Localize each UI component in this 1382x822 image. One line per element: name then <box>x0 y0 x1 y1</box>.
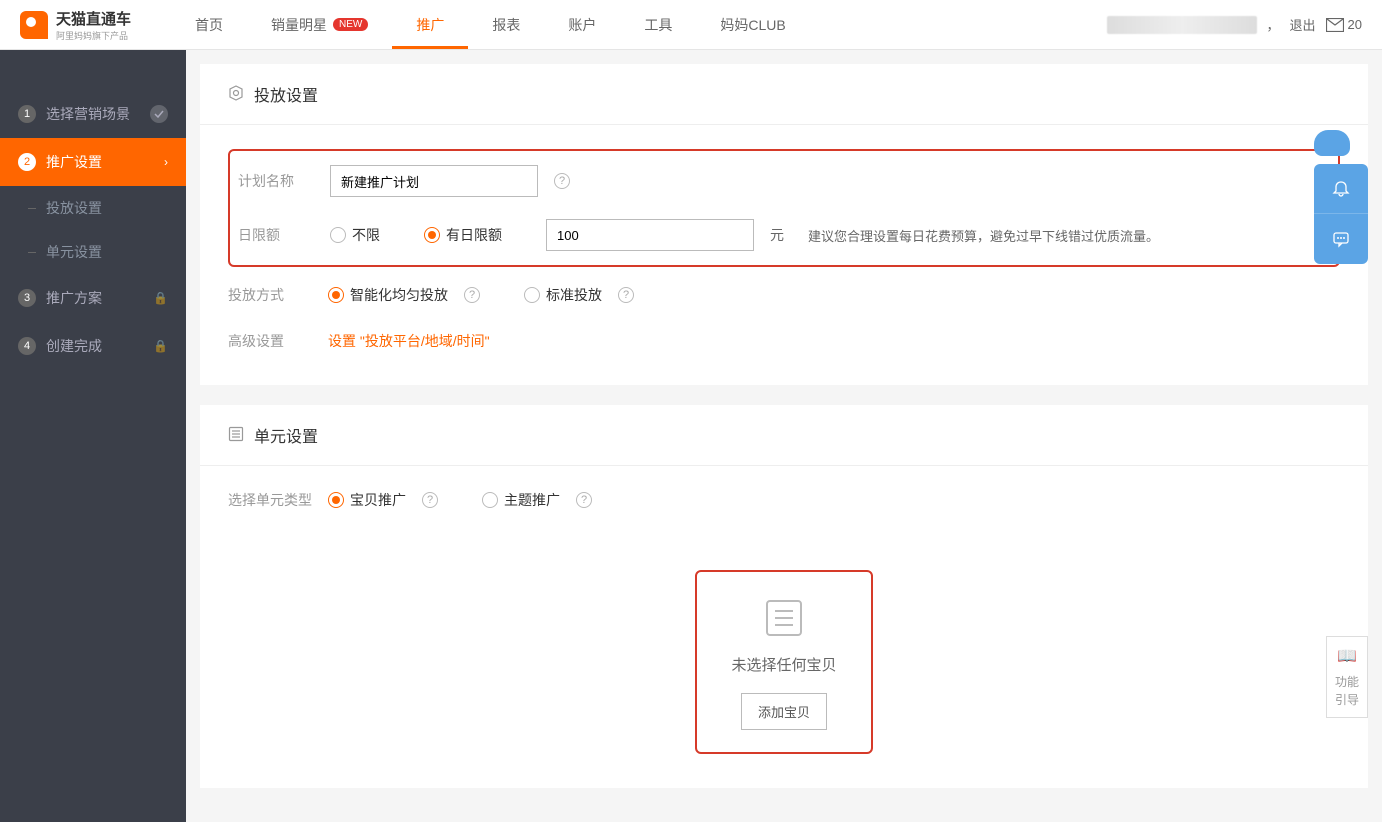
help-icon[interactable]: ? <box>554 173 570 189</box>
main-content: 投放设置 计划名称 ? 日限额 不限 有日限额 <box>186 50 1382 822</box>
logo-subtitle: 阿里妈妈旗下产品 <box>56 29 131 42</box>
comma: ， <box>1267 15 1280 34</box>
new-badge: NEW <box>333 18 368 31</box>
plan-name-label: 计划名称 <box>238 171 330 191</box>
help-icon[interactable]: ? <box>618 287 634 303</box>
unlimited-radio[interactable]: 不限 <box>330 225 380 245</box>
help-icon[interactable]: ? <box>576 492 592 508</box>
chat-button[interactable] <box>1314 214 1368 264</box>
delivery-mode-label: 投放方式 <box>228 285 328 305</box>
check-icon <box>150 105 168 123</box>
panel-title: 投放设置 <box>254 82 318 106</box>
nav-sales-star[interactable]: 销量明星NEW <box>247 0 392 49</box>
step-label: 选择营销场景 <box>46 104 150 124</box>
unit-type-label: 选择单元类型 <box>228 490 328 510</box>
lock-icon: 🔒 <box>153 339 168 353</box>
mail-count: 20 <box>1348 17 1362 32</box>
feature-guide[interactable]: 📖 功能引导 <box>1326 636 1368 718</box>
has-limit-radio[interactable]: 有日限额 <box>424 225 502 245</box>
product-promo-radio[interactable]: 宝贝推广 <box>328 490 406 510</box>
username-blurred <box>1107 16 1257 34</box>
panel-header: 投放设置 <box>200 64 1368 125</box>
add-product-button[interactable]: 添加宝贝 <box>741 693 827 730</box>
step-num: 2 <box>18 153 36 171</box>
step-3[interactable]: 3 推广方案 🔒 <box>0 274 186 322</box>
float-assistant <box>1314 130 1368 264</box>
limit-amount-input[interactable] <box>546 219 754 251</box>
mascot-icon <box>1314 130 1358 160</box>
nav-promotion[interactable]: 推广 <box>392 0 468 49</box>
empty-list-icon <box>766 600 802 636</box>
sub-unit-settings[interactable]: 单元设置 <box>0 230 186 274</box>
step-label: 推广方案 <box>46 288 153 308</box>
advanced-settings-label: 高级设置 <box>228 331 328 351</box>
step-2[interactable]: 2 推广设置 › <box>0 138 186 186</box>
help-icon[interactable]: ? <box>422 492 438 508</box>
help-icon[interactable]: ? <box>464 287 480 303</box>
step-num: 3 <box>18 289 36 307</box>
limit-hint: 建议您合理设置每日花费预算，避免过早下线错过优质流量。 <box>808 226 1159 245</box>
panel-title: 单元设置 <box>254 423 318 447</box>
nav-reports[interactable]: 报表 <box>468 0 544 49</box>
sidebar: 1 选择营销场景 2 推广设置 › 投放设置 单元设置 3 推广方案 🔒 4 创… <box>0 50 186 822</box>
list-icon <box>228 426 244 445</box>
panel-header: 单元设置 <box>200 405 1368 466</box>
plan-name-input[interactable] <box>330 165 538 197</box>
top-header: 天猫直通车 阿里妈妈旗下产品 首页 销量明星NEW 推广 报表 账户 工具 妈妈… <box>0 0 1382 50</box>
step-num: 1 <box>18 105 36 123</box>
step-label: 创建完成 <box>46 336 153 356</box>
notification-button[interactable] <box>1314 164 1368 214</box>
theme-promo-radio[interactable]: 主题推广 <box>482 490 560 510</box>
logo-title: 天猫直通车 <box>56 8 131 29</box>
daily-limit-label: 日限额 <box>238 225 330 245</box>
highlighted-settings: 计划名称 ? 日限额 不限 有日限额 元 建议您合理设 <box>228 149 1340 267</box>
guide-label: 功能引导 <box>1333 673 1361 709</box>
nav-home[interactable]: 首页 <box>171 0 247 49</box>
lock-icon: 🔒 <box>153 291 168 305</box>
main-nav: 首页 销量明星NEW 推广 报表 账户 工具 妈妈CLUB <box>171 0 810 49</box>
smart-mode-radio[interactable]: 智能化均匀投放 <box>328 285 448 305</box>
step-1[interactable]: 1 选择营销场景 <box>0 90 186 138</box>
book-icon: 📖 <box>1333 645 1361 669</box>
delivery-settings-panel: 投放设置 计划名称 ? 日限额 不限 有日限额 <box>200 64 1368 385</box>
logo[interactable]: 天猫直通车 阿里妈妈旗下产品 <box>20 8 131 42</box>
logo-icon <box>20 11 48 39</box>
nav-mama-club[interactable]: 妈妈CLUB <box>696 0 809 49</box>
nav-tools[interactable]: 工具 <box>620 0 696 49</box>
unit-settings-panel: 单元设置 选择单元类型 宝贝推广 ? 主题推广 ? 未选择任何宝贝 添加宝贝 <box>200 405 1368 788</box>
chevron-right-icon: › <box>164 155 168 169</box>
currency-unit: 元 <box>770 225 784 245</box>
empty-product-box: 未选择任何宝贝 添加宝贝 <box>695 570 873 754</box>
header-right: ， 退出 20 <box>1107 15 1363 34</box>
sub-delivery-settings[interactable]: 投放设置 <box>0 186 186 230</box>
advanced-settings-link[interactable]: 设置 "投放平台/地域/时间" <box>328 331 490 351</box>
logout-link[interactable]: 退出 <box>1290 15 1316 34</box>
standard-mode-radio[interactable]: 标准投放 <box>524 285 602 305</box>
target-icon <box>228 85 244 104</box>
nav-account[interactable]: 账户 <box>544 0 620 49</box>
step-4[interactable]: 4 创建完成 🔒 <box>0 322 186 370</box>
step-label: 推广设置 <box>46 152 164 172</box>
step-num: 4 <box>18 337 36 355</box>
empty-text: 未选择任何宝贝 <box>713 654 855 675</box>
envelope-icon <box>1326 18 1344 32</box>
mail-badge[interactable]: 20 <box>1326 17 1362 32</box>
